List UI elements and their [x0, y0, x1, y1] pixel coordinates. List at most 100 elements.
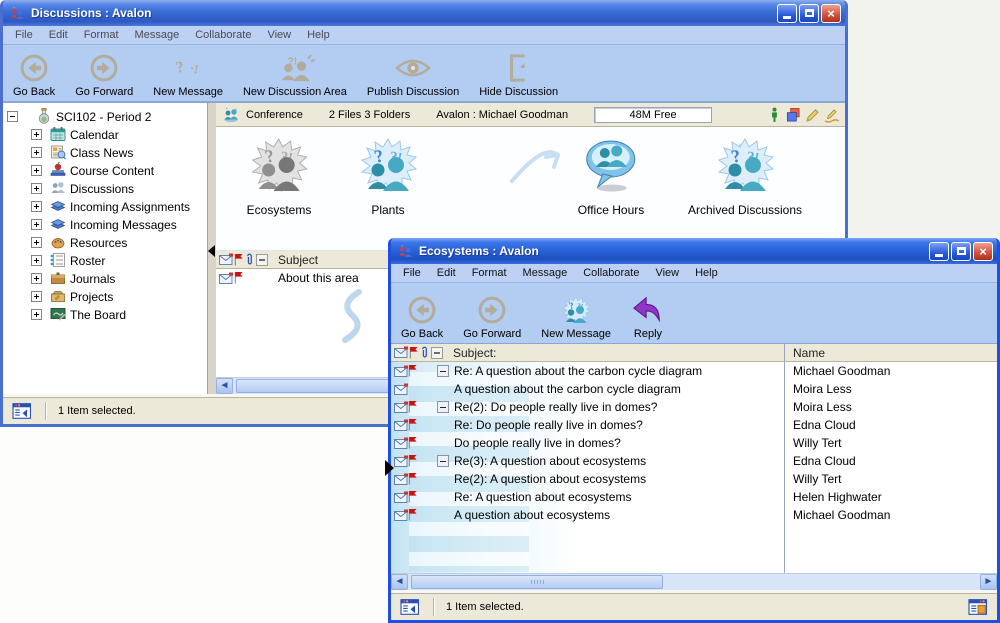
- close-button[interactable]: ×: [973, 242, 993, 261]
- message-row[interactable]: Re(2): A question about ecosystems Willy…: [391, 470, 997, 488]
- menu-item[interactable]: Help: [687, 265, 726, 281]
- menu-item[interactable]: Collaborate: [187, 27, 259, 43]
- expand-icon[interactable]: [31, 255, 42, 266]
- menu-item[interactable]: Message: [127, 27, 188, 43]
- tree-item[interactable]: Resources: [3, 233, 207, 251]
- scrollbar-thumb[interactable]: [411, 575, 663, 589]
- conference-item[interactable]: ??! Plants: [358, 135, 418, 217]
- tree-root[interactable]: SCI102 - Period 2: [3, 107, 207, 125]
- thread-collapse-icon[interactable]: [437, 365, 449, 377]
- pane-divider[interactable]: [208, 103, 216, 394]
- flag-icon: [407, 454, 418, 467]
- title-bar[interactable]: :: Discussions : Avalon ×: [3, 0, 845, 26]
- collapse-all-icon[interactable]: [431, 347, 443, 359]
- expand-icon[interactable]: [31, 183, 42, 194]
- expand-icon[interactable]: [31, 273, 42, 284]
- expand-icon[interactable]: [31, 201, 42, 212]
- menu-item[interactable]: File: [7, 27, 41, 43]
- envelope-icon[interactable]: [219, 253, 233, 266]
- paperclip-icon[interactable]: [245, 253, 254, 266]
- message-row[interactable]: Re: A question about ecosystems Helen Hi…: [391, 488, 997, 506]
- toolbar-button[interactable]: ?·! New Message: [143, 45, 233, 101]
- tree-item[interactable]: Projects: [3, 287, 207, 305]
- tree-item[interactable]: Incoming Messages: [3, 215, 207, 233]
- menu-item[interactable]: Collaborate: [575, 265, 647, 281]
- message-row[interactable]: Do people really live in domes? Willy Te…: [391, 434, 997, 452]
- signature-icon[interactable]: [824, 107, 839, 123]
- conference-item[interactable]: Office Hours: [578, 135, 644, 217]
- tree-item[interactable]: The Board: [3, 305, 207, 323]
- expand-icon[interactable]: [31, 219, 42, 230]
- menu-item[interactable]: Format: [76, 27, 127, 43]
- scroll-left-arrow[interactable]: ◄: [216, 378, 233, 394]
- envelope-icon[interactable]: [394, 346, 408, 359]
- expand-icon[interactable]: [31, 309, 42, 320]
- tree-item[interactable]: Course Content: [3, 161, 207, 179]
- maximize-button[interactable]: [951, 242, 971, 261]
- toolbar-button[interactable]: Go Back: [391, 283, 453, 343]
- toolbar-button[interactable]: Publish Discussion: [357, 45, 469, 101]
- horizontal-scrollbar[interactable]: ◄ ►: [391, 573, 997, 590]
- collapse-all-icon[interactable]: [256, 254, 268, 266]
- thread-collapse-icon[interactable]: [437, 455, 449, 467]
- panel-toggle-icon[interactable]: [399, 598, 421, 616]
- toolbar-button[interactable]: Reply: [621, 283, 675, 343]
- menu-item[interactable]: View: [259, 27, 299, 43]
- tree-item[interactable]: Roster: [3, 251, 207, 269]
- tree-item[interactable]: Incoming Assignments: [3, 197, 207, 215]
- menu-item[interactable]: Edit: [429, 265, 464, 281]
- message-row[interactable]: A question about the carbon cycle diagra…: [391, 380, 997, 398]
- edit-icon[interactable]: [805, 107, 820, 123]
- expand-icon[interactable]: [31, 165, 42, 176]
- tree-item[interactable]: Calendar: [3, 125, 207, 143]
- list-header[interactable]: Subject: Name: [391, 344, 997, 362]
- message-row[interactable]: Re(2): Do people really live in domes? M…: [391, 398, 997, 416]
- column-divider[interactable]: [784, 362, 785, 573]
- menu-item[interactable]: Message: [515, 265, 576, 281]
- subject-column-header[interactable]: Subject:: [453, 346, 496, 360]
- expand-icon[interactable]: [31, 129, 42, 140]
- paperclip-icon[interactable]: [420, 346, 429, 359]
- conference-item[interactable]: ??! Archived Discussions: [688, 135, 802, 217]
- name-column-header[interactable]: Name: [793, 346, 825, 360]
- menu-item[interactable]: File: [395, 265, 429, 281]
- flag-icon[interactable]: [408, 346, 419, 359]
- tree-item[interactable]: Discussions: [3, 179, 207, 197]
- toolbar-button[interactable]: ?! New Discussion Area: [233, 45, 357, 101]
- layers-icon[interactable]: [786, 107, 801, 123]
- panel-toggle-icon[interactable]: [11, 402, 33, 420]
- menu-item[interactable]: Format: [464, 265, 515, 281]
- close-button[interactable]: ×: [821, 4, 841, 23]
- divider-collapse-arrow[interactable]: [208, 245, 215, 257]
- presence-icon[interactable]: [767, 107, 782, 123]
- collapse-icon[interactable]: [7, 111, 18, 122]
- tree-item[interactable]: Journals: [3, 269, 207, 287]
- toolbar-button[interactable]: 60">??! New Message: [531, 283, 621, 343]
- menu-item[interactable]: View: [647, 265, 687, 281]
- toolbar-button[interactable]: Go Forward: [65, 45, 143, 101]
- conference-item[interactable]: ??! Ecosystems: [247, 135, 312, 217]
- message-row[interactable]: Re: Do people really live in domes? Edna…: [391, 416, 997, 434]
- expand-icon[interactable]: [31, 237, 42, 248]
- panel-toggle-right-icon[interactable]: [967, 598, 989, 616]
- minimize-button[interactable]: [777, 4, 797, 23]
- expand-icon[interactable]: [31, 291, 42, 302]
- toolbar-button[interactable]: Go Forward: [453, 283, 531, 343]
- tree-item[interactable]: Class News: [3, 143, 207, 161]
- expand-icon[interactable]: [31, 147, 42, 158]
- thread-collapse-icon[interactable]: [437, 401, 449, 413]
- menu-item[interactable]: Help: [299, 27, 338, 43]
- minimize-button[interactable]: [929, 242, 949, 261]
- scroll-right-arrow[interactable]: ►: [980, 574, 997, 590]
- scroll-left-arrow[interactable]: ◄: [391, 574, 408, 590]
- toolbar-button[interactable]: Go Back: [3, 45, 65, 101]
- message-row[interactable]: Re(3): A question about ecosystems Edna …: [391, 452, 997, 470]
- message-row[interactable]: A question about ecosystems Michael Good…: [391, 506, 997, 524]
- flag-icon[interactable]: [233, 253, 244, 266]
- title-bar[interactable]: :: Ecosystems : Avalon ×: [391, 238, 997, 264]
- message-row[interactable]: Re: A question about the carbon cycle di…: [391, 362, 997, 380]
- menu-item[interactable]: Edit: [41, 27, 76, 43]
- subject-column-header[interactable]: Subject: [278, 253, 318, 267]
- maximize-button[interactable]: [799, 4, 819, 23]
- toolbar-button[interactable]: Hide Discussion: [469, 45, 568, 101]
